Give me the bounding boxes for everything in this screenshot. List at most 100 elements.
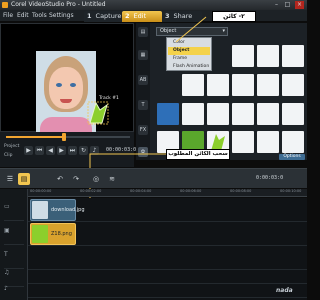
library-sidebar: ▤ ▦ AB T FX ✿ <box>136 23 150 160</box>
option-object[interactable]: Object <box>168 47 210 55</box>
selected-category: Object <box>160 28 177 34</box>
library-thumbnail[interactable] <box>232 131 254 153</box>
option-frame[interactable]: Frame <box>168 55 210 63</box>
step-number: 1 <box>87 12 92 20</box>
graphic-icon[interactable]: ✿ <box>138 147 148 157</box>
music-track-icon[interactable]: ♪ <box>4 285 24 300</box>
mode-project[interactable]: Project <box>4 144 19 149</box>
timeline-ruler[interactable]: 00:00:00:00 00:00:02:00 00:00:04:00 00:0… <box>28 189 307 197</box>
title-track-icon[interactable]: T <box>4 251 24 269</box>
overlay-arrow-object[interactable] <box>87 101 109 125</box>
library-thumbnail[interactable] <box>232 45 254 67</box>
library-thumbnail[interactable] <box>207 103 229 125</box>
clip-name: Z18.png <box>51 231 72 237</box>
volume-icon[interactable]: ♪ <box>90 146 99 155</box>
title-track[interactable] <box>28 246 307 270</box>
title-icon[interactable]: T <box>138 100 148 110</box>
menu-settings[interactable]: Settings <box>49 12 74 19</box>
preview-controls: Project Clip ▶ ⏮ ◀ ▶ ⏭ ↻ ♪ 00:00:03:00 <box>0 132 139 167</box>
library-thumbnail[interactable] <box>282 74 304 96</box>
overlay-track-icon[interactable]: ▣ <box>4 227 24 245</box>
video-track[interactable]: download.jpg <box>28 198 307 222</box>
category-dropdown: Color Object Frame Flash Animation <box>166 37 212 71</box>
step-back-icon[interactable]: ◀ <box>46 146 55 155</box>
record-icon[interactable]: ◎ <box>90 173 102 185</box>
ruler-tick: 00:00:06:00 <box>180 189 202 193</box>
library-thumbnail[interactable] <box>207 74 229 96</box>
storyboard-view-icon[interactable]: ▤ <box>18 173 30 185</box>
step-forward-icon[interactable]: ▶ <box>57 146 66 155</box>
menu-tools[interactable]: Tools <box>32 12 47 19</box>
undo-icon[interactable]: ↶ <box>54 173 66 185</box>
close-icon[interactable]: × <box>295 1 304 9</box>
video-track-icon[interactable]: ▭ <box>4 203 24 221</box>
brand-logo: nada <box>276 287 293 294</box>
maximize-icon[interactable]: □ <box>283 1 292 9</box>
library-thumbnail[interactable] <box>182 103 204 125</box>
library-thumbnail[interactable] <box>257 131 279 153</box>
library-thumbnail[interactable] <box>257 103 279 125</box>
library-thumbnail[interactable] <box>232 74 254 96</box>
mixer-icon[interactable]: ≋ <box>106 173 118 185</box>
menu-file[interactable]: File <box>3 12 13 19</box>
tab-edit[interactable]: 2 Edit <box>122 11 162 22</box>
ruler-tick: 00:00:08:00 <box>230 189 252 193</box>
preview-photo <box>36 51 96 141</box>
step-number: 3 <box>165 12 170 20</box>
library-thumbnail[interactable] <box>157 103 179 125</box>
option-color[interactable]: Color <box>168 39 210 47</box>
minimize-icon[interactable]: – <box>272 1 281 9</box>
library-thumbnail[interactable] <box>282 103 304 125</box>
library-thumbnail[interactable] <box>232 103 254 125</box>
voice-track[interactable] <box>28 270 307 284</box>
instant-project-icon[interactable]: ▦ <box>138 50 148 60</box>
library-thumbnail[interactable] <box>257 74 279 96</box>
annotation-step-label: ٢- كائن <box>212 11 256 22</box>
clip-name: download.jpg <box>51 207 85 213</box>
ruler-tick: 00:00:10:00 <box>280 189 302 193</box>
overlay-clip[interactable]: Z18.png <box>30 223 76 245</box>
ruler-tick: 00:00:02:00 <box>80 189 102 193</box>
library-thumbnail[interactable] <box>182 74 204 96</box>
repeat-icon[interactable]: ↻ <box>79 146 88 155</box>
library-thumbnail[interactable] <box>282 45 304 67</box>
ruler-tick: 00:00:04:00 <box>130 189 152 193</box>
option-flash-animation[interactable]: Flash Animation <box>168 63 210 71</box>
step-number: 2 <box>125 12 130 20</box>
clip-thumbnail <box>32 225 48 243</box>
timeline-view-icon[interactable]: ☰ <box>4 173 16 185</box>
media-icon[interactable]: ▤ <box>138 27 148 37</box>
library-thumbnail[interactable] <box>282 131 304 153</box>
tab-capture[interactable]: 1 Capture <box>84 11 122 22</box>
tab-label: Edit <box>133 12 147 20</box>
overlay-track-label: Track #1 <box>99 96 119 101</box>
menu-edit[interactable]: Edit <box>17 12 29 19</box>
timeline-timecode: 0:00:03:0 <box>256 175 284 181</box>
music-track[interactable] <box>28 284 307 298</box>
rewind-icon[interactable]: ⏮ <box>35 146 44 155</box>
title-bar: Corel VideoStudio Pro - Untitled – □ × <box>0 0 307 10</box>
ruler-tick: 00:00:00:00 <box>30 189 52 193</box>
preview-window: Track #1 <box>0 23 134 141</box>
options-button[interactable]: Options <box>279 154 305 160</box>
mode-clip[interactable]: Clip <box>4 153 13 158</box>
overlay-track[interactable]: Z18.png <box>28 222 307 246</box>
play-icon[interactable]: ▶ <box>24 146 33 155</box>
end-icon[interactable]: ⏭ <box>68 146 77 155</box>
window-title: Corel VideoStudio Pro - Untitled <box>11 1 106 8</box>
scrub-handle[interactable] <box>62 133 66 141</box>
tab-share[interactable]: 3 Share <box>162 11 202 22</box>
video-clip[interactable]: download.jpg <box>30 199 85 221</box>
app-icon <box>2 2 8 8</box>
redo-icon[interactable]: ↷ <box>70 173 82 185</box>
filter-icon[interactable]: FX <box>138 125 148 135</box>
track-headers: ▭ ▣ T ♫ ♪ <box>0 189 28 300</box>
library-thumbnail[interactable] <box>257 45 279 67</box>
library-panel: ▤ ▦ AB T FX ✿ Object ▾ Color Object Fram… <box>136 23 307 160</box>
clip-thumbnail <box>32 201 48 219</box>
timeline-tracks: download.jpg Z18.png <box>28 198 307 300</box>
transition-icon[interactable]: AB <box>138 75 148 85</box>
library-category-select[interactable]: Object ▾ <box>156 27 228 36</box>
chevron-down-icon: ▾ <box>222 28 225 34</box>
annotation-drag-instruction: سحب الكائن المطلوب <box>166 149 230 160</box>
